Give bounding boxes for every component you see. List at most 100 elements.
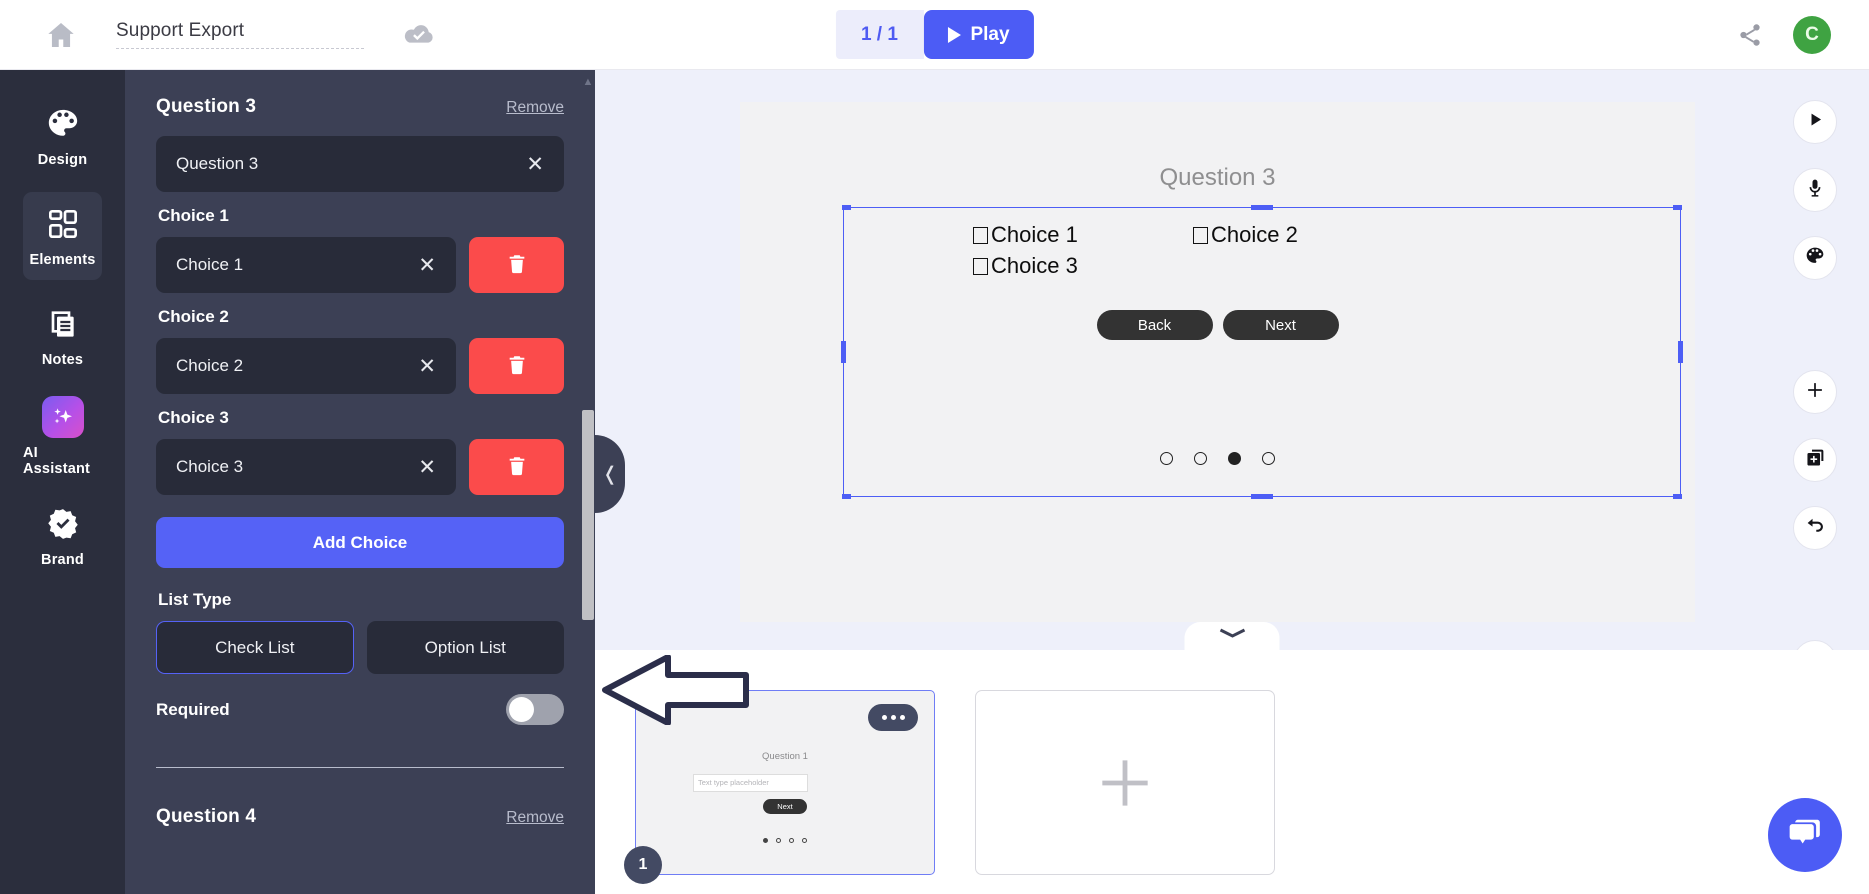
slide-progress-dots [740,452,1695,465]
slide-choice-label: Choice 2 [1211,222,1298,247]
canvas-tool-column [1793,100,1837,684]
choice-2-input[interactable] [176,356,411,376]
close-x-icon[interactable]: ✕ [410,255,436,276]
sidebar-item-ai-assistant[interactable]: AI Assistant [23,392,102,480]
elements-icon [44,205,82,243]
add-choice-button[interactable]: Add Choice [156,517,564,568]
close-x-icon[interactable]: ✕ [410,457,436,478]
slide-nav-buttons: Back Next [740,310,1695,340]
resize-handle-right-middle[interactable] [1678,341,1683,363]
duplicate-icon [1805,447,1826,473]
resize-handle-bottom-center[interactable] [1251,494,1273,499]
question-text-input[interactable] [176,154,519,174]
checkbox-icon[interactable] [973,226,988,244]
slide-options-button[interactable] [868,704,918,731]
share-icon[interactable] [1737,22,1763,48]
add-slide-tile[interactable] [975,690,1275,875]
undo-button[interactable] [1793,506,1837,550]
play-triangle-icon [947,26,961,43]
slide-back-button[interactable]: Back [1096,310,1213,340]
close-x-icon[interactable]: ✕ [410,356,436,377]
resize-handle-top-center[interactable] [1251,205,1273,210]
scroll-up-caret-icon[interactable]: ▲ [581,70,595,88]
tray-collapse-button[interactable] [1184,622,1280,652]
sidebar-item-label: Design [37,151,88,168]
required-row: Required [156,692,564,725]
sidebar-item-elements[interactable]: Elements [23,192,102,280]
duplicate-slide-button[interactable] [1793,438,1837,482]
document-title-field[interactable]: Support Export [116,20,366,49]
required-toggle[interactable] [506,694,564,725]
checkbox-icon[interactable] [1193,226,1208,244]
undo-icon [1805,515,1826,541]
trash-icon [506,253,528,278]
question-header: Question 3 Remove [156,96,564,118]
remove-next-question-link[interactable]: Remove [506,809,564,827]
sidebar-item-design[interactable]: Design [23,92,102,180]
progress-dot [776,838,781,843]
list-type-option-list-button[interactable]: Option List [366,621,564,674]
slide-next-button[interactable]: Next [1222,310,1339,340]
progress-dot-active[interactable] [1228,452,1241,465]
sidebar-item-label: AI Assistant [23,444,91,477]
slide-theme-button[interactable] [1793,236,1837,280]
resize-handle-left-middle[interactable] [841,341,846,363]
resize-handle-bottom-right[interactable] [1673,494,1682,499]
cloud-check-icon [402,18,436,52]
resize-handle-top-left[interactable] [842,205,851,210]
slide-number-badge: 1 [624,846,662,884]
slide-choice-item[interactable]: Choice 1 [973,222,1193,248]
progress-dot[interactable] [1262,452,1275,465]
trash-icon [506,354,528,379]
slide-choice-item[interactable]: Choice 3 [973,253,1193,279]
record-audio-button[interactable] [1793,168,1837,212]
choice-2-label: Choice 2 [158,307,229,326]
slide-canvas[interactable]: Question 3 Choice 1 Choice 2 Choice 3 Ba… [740,102,1695,622]
avatar[interactable]: C [1793,15,1831,54]
question-heading: Question 3 [156,96,257,117]
progress-dot[interactable] [1194,452,1207,465]
progress-dot[interactable] [1160,452,1173,465]
remove-question-link[interactable]: Remove [506,99,564,117]
choice-1-label: Choice 1 [158,206,229,225]
play-button[interactable]: Play [923,10,1034,59]
delete-choice-1-button[interactable] [469,237,564,293]
delete-choice-3-button[interactable] [469,439,564,495]
choice-row: ✕ [156,439,564,495]
slide-choice-item[interactable]: Choice 2 [1193,222,1413,248]
chevron-down-icon [1217,626,1247,644]
choice-1-field[interactable]: ✕ [156,237,456,293]
sidebar-item-brand[interactable]: Brand [23,492,102,580]
preview-button[interactable] [1793,100,1837,144]
checkbox-icon[interactable] [973,257,988,275]
question-text-field[interactable]: ✕ [156,136,564,192]
choice-1-input[interactable] [176,255,411,275]
progress-dot-active [763,838,768,843]
chevron-left-icon: ❬ [602,463,618,485]
document-title[interactable]: Support Export [116,20,364,49]
toggle-knob [509,697,534,722]
next-question-heading: Question 4 [156,806,257,827]
page-counter: 1 / 1 [835,10,924,59]
resize-handle-bottom-left[interactable] [842,494,851,499]
chat-support-button[interactable] [1768,798,1842,872]
plus-icon [1091,749,1159,817]
choice-3-field[interactable]: ✕ [156,439,456,495]
list-type-check-list-button[interactable]: Check List [156,621,354,674]
sidebar-item-notes[interactable]: Notes [23,292,102,380]
thumbnail-progress-dots [636,838,934,843]
panel-scrollbar[interactable]: ▲ [581,70,595,894]
delete-choice-2-button[interactable] [469,338,564,394]
home-icon[interactable] [44,19,78,51]
choice-3-input[interactable] [176,457,411,477]
slide-thumbnail[interactable]: Question 1 Text type placeholder Next 1 [624,690,935,884]
top-bar-right: C [1737,15,1831,54]
microphone-icon [1805,178,1825,203]
choice-2-field[interactable]: ✕ [156,338,456,394]
panel-scrollbar-thumb[interactable] [582,410,594,620]
palette-icon [44,105,82,143]
resize-handle-top-right[interactable] [1673,205,1682,210]
add-slide-button[interactable] [1793,370,1837,414]
close-x-icon[interactable]: ✕ [518,154,544,175]
